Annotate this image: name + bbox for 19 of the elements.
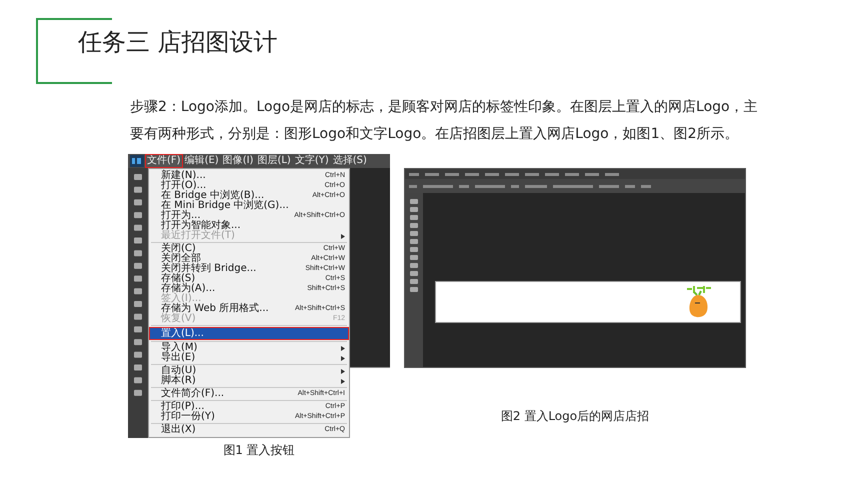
menu-bar-item[interactable]: 选择(S) (332, 155, 368, 167)
menu-item[interactable]: 打开为智能对象... (149, 221, 349, 231)
menu-bar-item[interactable]: 图像(I) (222, 155, 254, 167)
menu-item[interactable]: 脚本(R) (149, 376, 349, 386)
figure-caption: 图1 置入按钮 (223, 442, 295, 459)
carrot-logo-drawing (684, 284, 712, 320)
menu-bar-item[interactable]: 文件(F) (146, 155, 182, 167)
menu-bar-item[interactable]: 文字(Y) (294, 155, 330, 167)
menu-item[interactable]: 自动(U) (149, 366, 349, 376)
menu-item[interactable]: 导出(E) (149, 353, 349, 363)
menu-bar-item[interactable]: 图层(L) (256, 155, 292, 167)
menu-item[interactable]: 置入(L)... (149, 327, 349, 340)
figure-caption: 图2 置入Logo后的网店店招 (500, 408, 650, 425)
menu-item[interactable]: 在 Mini Bridge 中浏览(G)... (149, 201, 349, 211)
step-paragraph: 步骤2：Logo添加。Logo是网店的标志，是顾客对网店的标签性印象。在图层上置入的网店Logo，主要有两种形式，分别是：图形Logo和文字Logo。在店招图层上置入网店Logo，如图1、图2所示。 (130, 98, 759, 144)
menu-bar-item[interactable]: 编辑(E) (184, 155, 220, 167)
menu-item[interactable]: 导入(M) (149, 343, 349, 353)
app-logo-icon (130, 155, 144, 167)
submenu-arrow-icon (341, 234, 345, 238)
